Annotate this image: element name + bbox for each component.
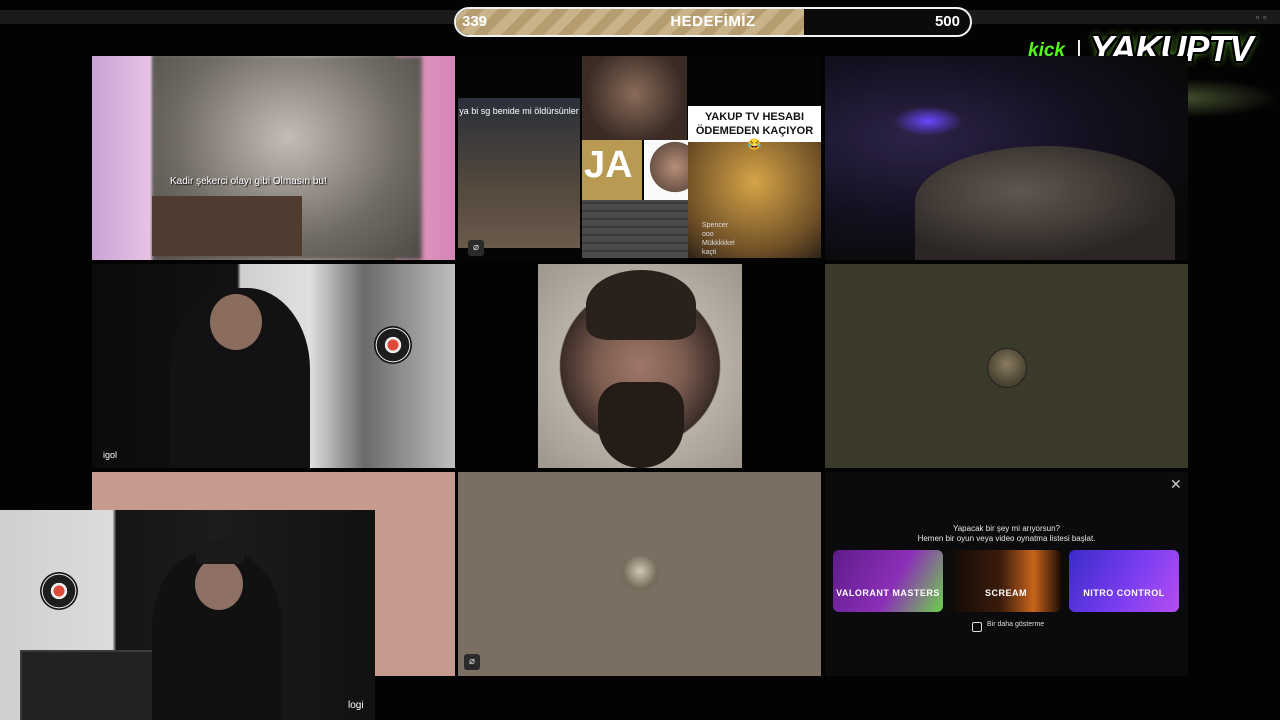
video-tile-8[interactable]: ⌀ <box>458 472 821 676</box>
video-tile-6[interactable] <box>825 264 1188 468</box>
activity-subtitle: Hemen bir oyun veya video oynatma listes… <box>917 534 1096 543</box>
side-comment: Mükkkkkel <box>702 240 735 247</box>
activity-card-label: SCREAM <box>984 588 1027 598</box>
activity-card-valorant[interactable]: VALORANT MASTERS <box>833 550 943 612</box>
streamer-webcam: logi <box>0 510 375 720</box>
meme-headline: YAKUP TV HESABI ÖDEMEDEN KAÇIYOR 😂 <box>688 106 821 151</box>
participant-hair <box>586 270 696 340</box>
goal-progress-bar: HEDEFİMİZ 339 500 <box>454 7 972 37</box>
video-tile-3[interactable] <box>825 56 1188 260</box>
participant-name: igol <box>103 450 118 460</box>
video-tile-5[interactable] <box>538 264 742 468</box>
activity-question: Yapacak bir şey mi arıyorsun? <box>952 524 1060 533</box>
side-comment: kaçti <box>702 249 717 256</box>
side-comments: Spencer ooo Mükkkkkel kaçti <box>702 221 735 257</box>
video-tile-4[interactable]: igol <box>92 264 455 468</box>
participant-face <box>210 294 262 350</box>
face-thumbnail <box>582 56 687 140</box>
goal-current-value: 339 <box>462 13 488 30</box>
activity-card-label: VALORANT MASTERS <box>836 588 940 598</box>
street-video-text: ya bi sg benide mi öldürsünler <box>459 106 579 116</box>
mic-off-icon: ⌀ <box>468 240 484 256</box>
activity-card-nitro[interactable]: NITRO CONTROL <box>1069 550 1179 612</box>
close-icon[interactable]: ✕ <box>1170 476 1182 493</box>
dont-show-again-label: Bir daha gösterme <box>987 621 1045 628</box>
participant-video <box>915 146 1175 260</box>
dartboard <box>40 572 78 610</box>
webcam-label: logi <box>348 700 364 711</box>
ja-text: JA <box>584 144 633 186</box>
video-tile-1[interactable]: Kadir şekerci olayı gibi Olmasın bu! <box>92 56 455 260</box>
goal-title: HEDEFİMİZ <box>670 13 756 30</box>
dont-show-again-checkbox[interactable] <box>972 622 982 632</box>
activity-card-scream[interactable]: SCREAM <box>951 550 1061 612</box>
dartboard <box>374 326 412 364</box>
video-tile-2[interactable]: ya bi sg benide mi öldürsünler JA YAKUP … <box>458 56 821 260</box>
side-comment: Spencer <box>702 222 729 229</box>
participant-avatar <box>987 348 1027 388</box>
bench <box>152 196 302 256</box>
side-comment: ooo <box>702 231 714 238</box>
activity-card-label: NITRO CONTROL <box>1083 588 1165 598</box>
participant-beard <box>598 382 684 468</box>
street-video <box>458 98 580 248</box>
mic-off-icon: ⌀ <box>464 654 480 670</box>
activity-panel: ✕ Yapacak bir şey mi arıyorsun? Hemen bi… <box>825 472 1188 676</box>
participant-avatar <box>621 554 659 592</box>
purple-light <box>893 106 963 136</box>
goal-target-value: 500 <box>934 13 960 30</box>
window-controls[interactable]: ▫▫ <box>1256 12 1270 22</box>
streamer-hair <box>196 540 244 564</box>
monitor <box>20 650 174 720</box>
streamer-face <box>195 558 243 610</box>
video-caption: Kadir şekerci olayı gibi Olmasın bu! <box>170 176 327 187</box>
